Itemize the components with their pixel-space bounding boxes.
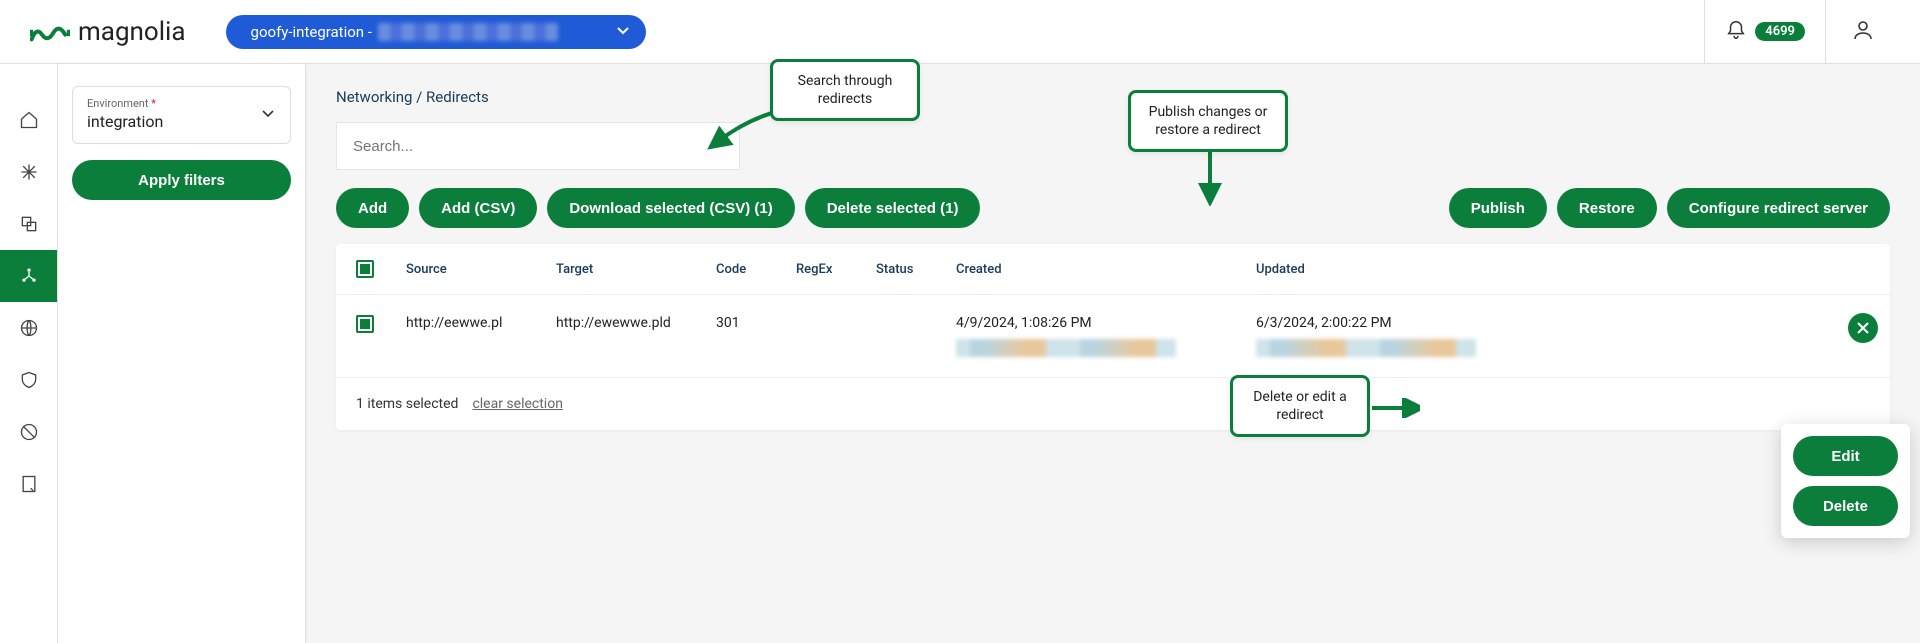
callout-publish: Publish changes or restore a redirect xyxy=(1128,90,1288,152)
row-checkbox[interactable] xyxy=(356,315,374,333)
callout-text: Publish changes or restore a redirect xyxy=(1149,104,1268,138)
redacted-text xyxy=(1256,339,1476,357)
callout-text: Search through redirects xyxy=(798,73,893,107)
nav-shield[interactable] xyxy=(0,354,57,406)
main-content: Networking / Redirects Add Add (CSV) Dow… xyxy=(306,64,1920,643)
select-all-checkbox[interactable] xyxy=(356,260,374,278)
user-menu[interactable] xyxy=(1826,18,1900,46)
main-layout: Environment * integration Apply filters … xyxy=(0,64,1920,643)
filter-sidebar: Environment * integration Apply filters xyxy=(58,64,306,643)
selection-count: 1 items selected xyxy=(356,396,458,412)
redacted-text xyxy=(378,23,558,41)
cell-source: http://eewwe.pl xyxy=(406,315,556,331)
cell-updated: 6/3/2024, 2:00:22 PM xyxy=(1256,315,1556,357)
breadcrumb: Networking / Redirects xyxy=(336,88,1890,106)
apply-filters-button[interactable]: Apply filters xyxy=(72,160,291,200)
search-input[interactable] xyxy=(353,138,723,155)
row-close-button[interactable] xyxy=(1848,313,1878,343)
edit-button[interactable]: Edit xyxy=(1793,436,1898,476)
cell-created: 4/9/2024, 1:08:26 PM xyxy=(956,315,1256,357)
brand-mark-icon xyxy=(30,21,70,43)
col-source[interactable]: Source xyxy=(406,262,556,277)
nav-network[interactable] xyxy=(0,250,57,302)
top-bar-right: 4699 xyxy=(1704,0,1900,64)
brand-logo: magnolia xyxy=(30,17,186,47)
environment-pill[interactable]: goofy-integration - xyxy=(226,15,646,49)
environment-pill-text: goofy-integration - xyxy=(251,23,372,41)
search-box[interactable] xyxy=(336,122,740,170)
row-actions-popover: Edit Delete xyxy=(1781,424,1910,538)
clear-selection-link[interactable]: clear selection xyxy=(472,396,563,412)
nav-iconbar xyxy=(0,64,58,643)
notifications[interactable]: 4699 xyxy=(1705,19,1825,45)
col-updated[interactable]: Updated xyxy=(1256,262,1556,277)
delete-button[interactable]: Delete xyxy=(1793,486,1898,526)
nav-document[interactable] xyxy=(0,458,57,510)
nav-star[interactable] xyxy=(0,146,57,198)
required-marker: * xyxy=(151,97,156,110)
redirects-table: Source Target Code RegEx Status Created … xyxy=(336,244,1890,430)
col-status[interactable]: Status xyxy=(876,262,956,277)
brand-text: magnolia xyxy=(78,17,186,47)
col-target[interactable]: Target xyxy=(556,262,716,277)
cell-target: http://ewewwe.pld xyxy=(556,315,716,331)
table-row[interactable]: http://eewwe.pl http://ewewwe.pld 301 4/… xyxy=(336,295,1890,377)
environment-label: Environment * xyxy=(87,97,276,110)
cell-created-date: 4/9/2024, 1:08:26 PM xyxy=(956,315,1092,331)
table-header: Source Target Code RegEx Status Created … xyxy=(336,244,1890,295)
nav-home[interactable] xyxy=(0,94,57,146)
configure-server-button[interactable]: Configure redirect server xyxy=(1667,188,1890,228)
restore-button[interactable]: Restore xyxy=(1557,188,1657,228)
callout-search: Search through redirects xyxy=(770,59,920,121)
notification-count: 4699 xyxy=(1755,22,1805,41)
cell-updated-date: 6/3/2024, 2:00:22 PM xyxy=(1256,315,1392,331)
download-selected-button[interactable]: Download selected (CSV) (1) xyxy=(547,188,794,228)
environment-label-text: Environment xyxy=(87,97,148,110)
col-code[interactable]: Code xyxy=(716,262,796,277)
cell-code: 301 xyxy=(716,315,796,331)
callout-edit: Delete or edit a redirect xyxy=(1230,375,1370,437)
table-footer: 1 items selected clear selection xyxy=(336,377,1890,430)
nav-copy[interactable] xyxy=(0,198,57,250)
nav-globe-block[interactable] xyxy=(0,406,57,458)
delete-selected-button[interactable]: Delete selected (1) xyxy=(805,188,981,228)
redacted-text xyxy=(956,339,1176,357)
col-regex[interactable]: RegEx xyxy=(796,262,876,277)
chevron-down-icon xyxy=(615,22,631,42)
nav-globe[interactable] xyxy=(0,302,57,354)
environment-value: integration xyxy=(87,112,276,131)
chevron-down-icon xyxy=(260,105,276,125)
toolbar: Add Add (CSV) Download selected (CSV) (1… xyxy=(336,188,1890,228)
top-bar: magnolia goofy-integration - 4699 xyxy=(0,0,1920,64)
add-button[interactable]: Add xyxy=(336,188,409,228)
add-csv-button[interactable]: Add (CSV) xyxy=(419,188,537,228)
bell-icon xyxy=(1725,19,1747,45)
environment-select[interactable]: Environment * integration xyxy=(72,86,291,144)
callout-text: Delete or edit a redirect xyxy=(1253,389,1347,423)
publish-button[interactable]: Publish xyxy=(1449,188,1547,228)
col-created[interactable]: Created xyxy=(956,262,1256,277)
